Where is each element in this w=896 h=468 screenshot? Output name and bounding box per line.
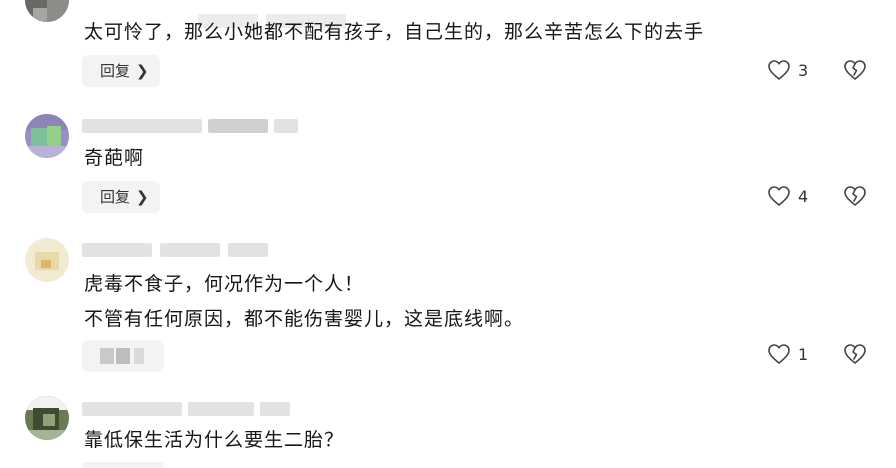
reply-button[interactable]: 回复 ❯: [82, 55, 160, 87]
avatar[interactable]: [25, 238, 69, 282]
reply-label: 回复: [100, 188, 131, 206]
avatar[interactable]: [25, 0, 69, 22]
like-count: 4: [798, 186, 809, 206]
like-count: 3: [798, 60, 809, 80]
comments-page: { "comments": [ { "text_lines": ["太可怜了，那…: [0, 0, 896, 468]
avatar[interactable]: [25, 114, 69, 158]
broken-heart-icon: [844, 60, 866, 80]
comment-text: 靠低保生活为什么要生二胎？: [84, 429, 345, 451]
comment-text: 太可怜了，那么小她都不配有孩子，自己生的，那么辛苦怎么下的去手: [84, 21, 705, 43]
reply-label: 回复: [100, 62, 131, 80]
reply-button[interactable]: 回复 ❯: [82, 181, 160, 213]
comment-text: 奇葩啊: [84, 147, 145, 169]
reply-button-redacted[interactable]: [82, 340, 164, 372]
heart-outline-icon: [768, 344, 790, 364]
dislike-button[interactable]: [843, 342, 867, 366]
heart-outline-icon: [768, 60, 790, 80]
broken-heart-icon: [844, 186, 866, 206]
broken-heart-icon: [844, 344, 866, 364]
like-button[interactable]: 1: [767, 341, 808, 367]
dislike-button[interactable]: [843, 58, 867, 82]
comment-text-line: 不管有任何原因，都不能伤害婴儿，这是底线啊。: [84, 308, 525, 330]
dislike-button[interactable]: [843, 184, 867, 208]
comment-text-line: 虎毒不食子，何况作为一个人！: [84, 273, 365, 295]
like-count: 1: [798, 344, 809, 364]
chevron-right-icon: ❯: [136, 188, 149, 206]
avatar[interactable]: [25, 396, 69, 440]
like-button[interactable]: 4: [767, 183, 808, 209]
reply-button-redacted[interactable]: [82, 462, 164, 468]
heart-outline-icon: [768, 186, 790, 206]
like-button[interactable]: 3: [767, 57, 808, 83]
chevron-right-icon: ❯: [136, 62, 149, 80]
